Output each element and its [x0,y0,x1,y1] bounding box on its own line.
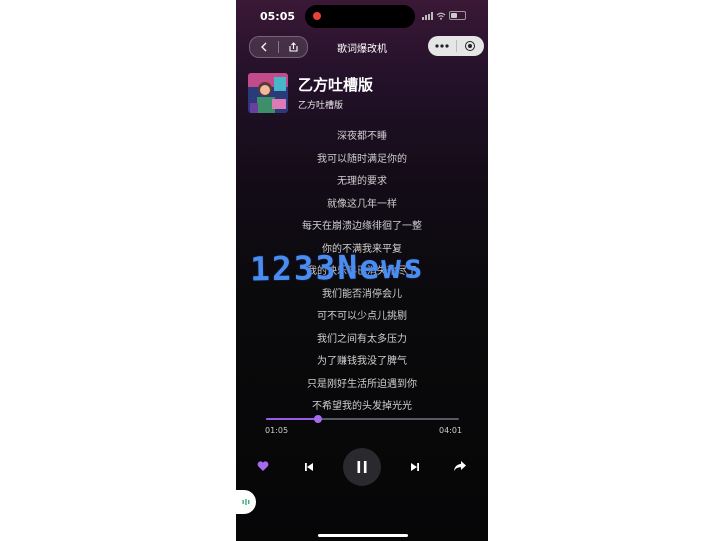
total-time: 04:01 [439,426,463,435]
song-artist: 乙方吐槽版 [298,101,344,111]
heart-icon [257,460,269,471]
battery-icon [449,11,466,20]
lyric-line[interactable]: 可不可以少点儿挑剔 [236,308,488,331]
album-art-image [248,73,288,113]
lyric-line[interactable]: 就像这几年一样 [236,196,488,219]
share-song-button[interactable] [452,459,468,473]
target-circle-icon [465,41,476,51]
previous-track-button[interactable] [302,460,316,474]
lyric-line[interactable]: 只是刚好生活所迫遇到你 [236,376,488,399]
status-bar: 05:05 [236,0,488,32]
lyric-line[interactable]: 我可以随时满足你的 [236,151,488,174]
floating-assistant-button[interactable] [236,490,256,514]
back-button[interactable] [250,37,278,57]
wifi-icon [436,12,446,20]
more-dots-icon [435,44,449,48]
progress-knob[interactable] [314,415,323,423]
share-page-button[interactable] [279,37,307,57]
nav-back-share-capsule [249,36,308,58]
share-arrow-icon [454,461,466,471]
status-icons [422,11,466,20]
close-mini-program-button[interactable] [457,36,485,56]
lyric-line[interactable]: 无理的要求 [236,173,488,196]
lyric-line[interactable]: 深夜都不睡 [236,128,488,151]
share-box-icon [288,42,298,52]
watermark-text: 1233News [249,246,426,289]
progress-bar[interactable] [266,415,459,423]
next-track-icon [411,463,419,471]
pause-icon [357,461,367,473]
home-indicator[interactable] [318,534,408,537]
current-time: 01:05 [265,426,289,435]
mini-program-capsule [428,36,484,56]
like-button[interactable] [256,459,270,473]
dynamic-island [305,5,415,28]
lyric-line[interactable]: 为了赚钱我没了脾气 [236,353,488,376]
lyric-line[interactable]: 我们能否消停会儿 [236,286,488,309]
lyric-line[interactable]: 我们之间有太多压力 [236,331,488,354]
progress-fill [266,418,319,420]
previous-track-icon [305,463,313,471]
more-button[interactable] [428,36,456,56]
lyric-line[interactable]: 每天在崩溃边缘徘徊了一整 [236,218,488,241]
status-time: 05:05 [260,10,296,23]
page-title: 歌词爆改机 [337,44,387,55]
chevron-left-icon [261,42,267,52]
song-title: 乙方吐槽版 [298,76,374,94]
album-cover [248,73,288,113]
signal-icon [422,11,433,20]
next-track-button[interactable] [408,460,422,474]
voice-bars-icon [242,499,250,505]
recording-indicator-icon [313,12,321,20]
pause-button[interactable] [343,448,381,486]
